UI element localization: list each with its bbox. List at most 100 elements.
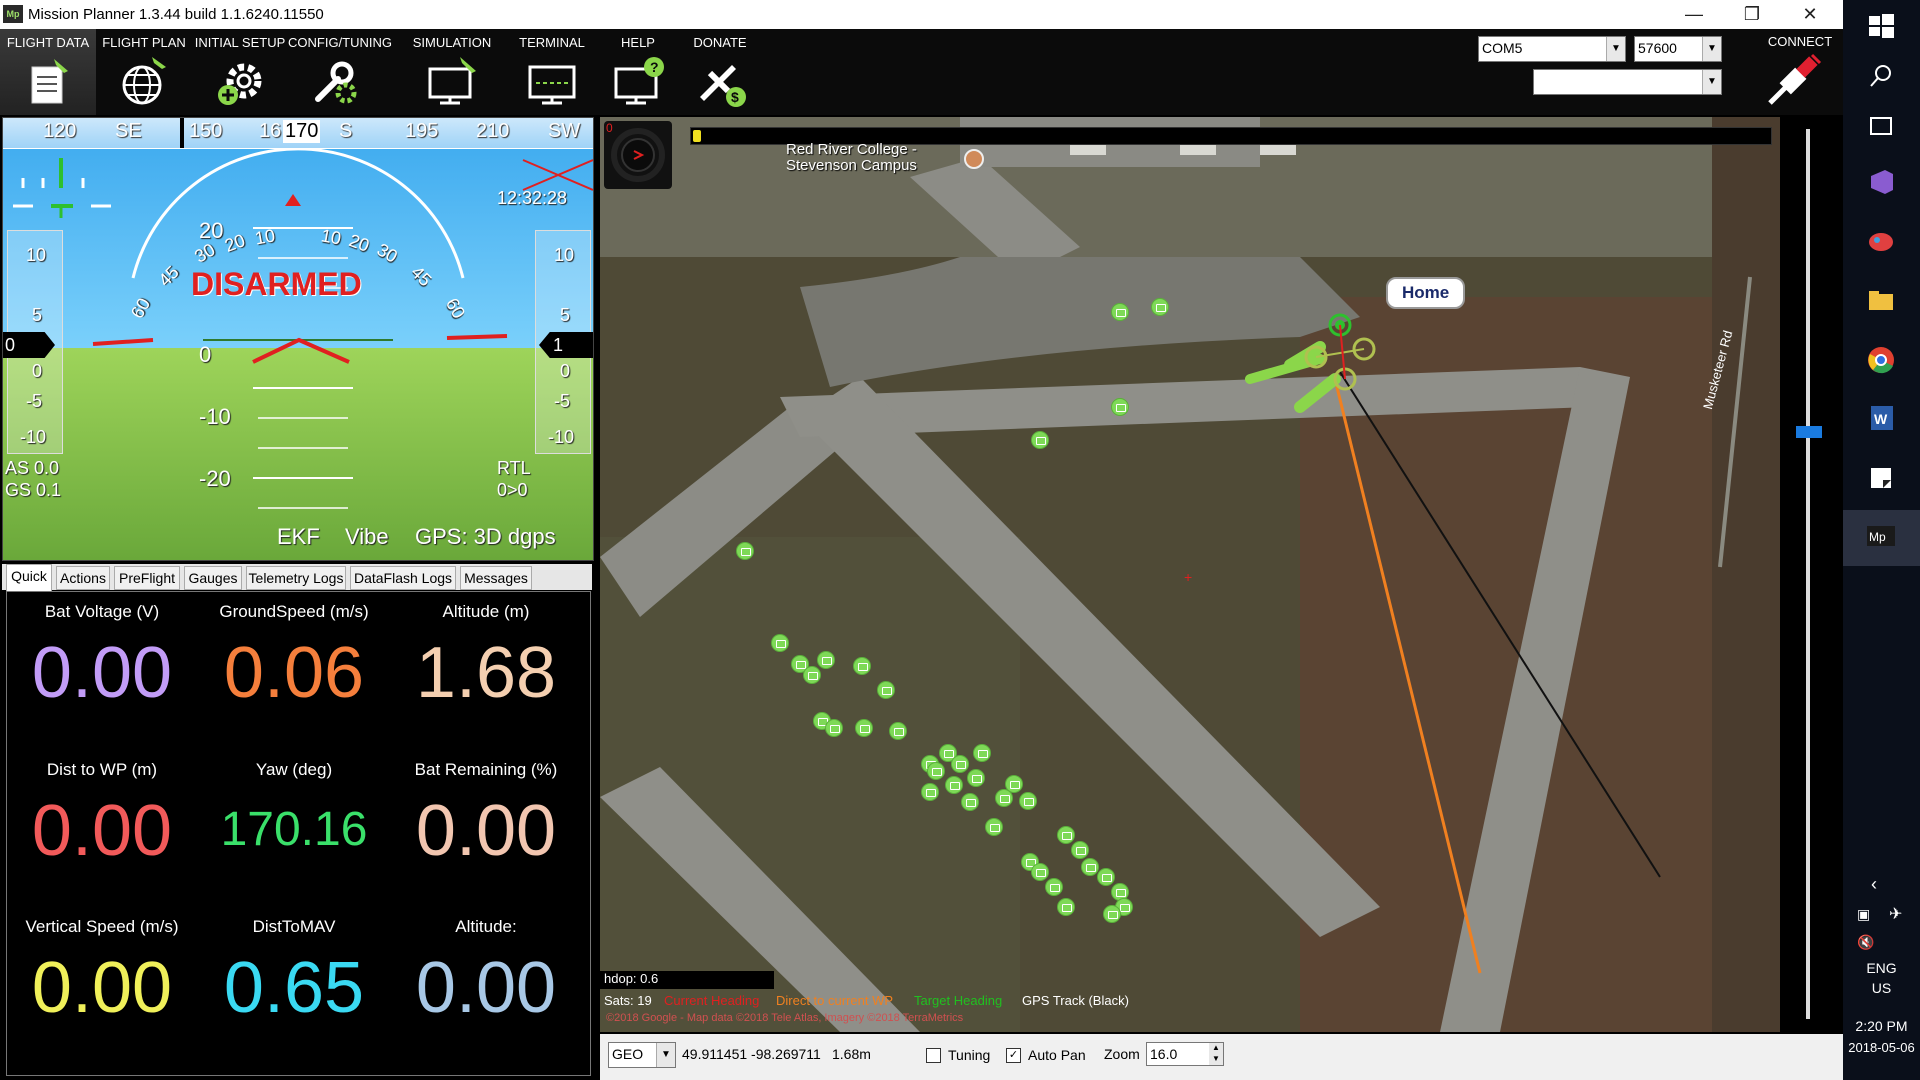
camera-trigger-icon[interactable]	[853, 657, 871, 675]
com-port-select[interactable]: COM5 ▼	[1478, 36, 1626, 62]
sticky-notes-icon[interactable]	[1865, 462, 1897, 494]
connect-plug-icon[interactable]	[1764, 53, 1824, 109]
camera-trigger-icon[interactable]	[951, 755, 969, 773]
camera-icon	[1108, 911, 1118, 919]
camera-trigger-icon[interactable]	[1111, 398, 1129, 416]
legend-direct-wp: Direct to current WP	[776, 993, 894, 1008]
tuning-checkbox[interactable]	[926, 1048, 941, 1063]
file-explorer-icon[interactable]	[1865, 284, 1897, 316]
zoom-slider[interactable]	[1780, 117, 1840, 1032]
minimize-icon[interactable]: —	[1665, 0, 1723, 29]
camera-trigger-icon[interactable]	[973, 744, 991, 762]
coord-mode-select[interactable]: GEO ▼	[608, 1042, 676, 1068]
menu-config-tuning[interactable]: CONFIG/TUNING	[288, 29, 392, 115]
camera-trigger-icon[interactable]	[961, 793, 979, 811]
camera-trigger-icon[interactable]	[967, 769, 985, 787]
camera-trigger-icon[interactable]	[927, 762, 945, 780]
profile-select[interactable]: ▼	[1533, 69, 1722, 95]
menu-terminal[interactable]: TERMINAL	[504, 29, 600, 115]
baud-rate-select[interactable]: 57600 ▼	[1634, 36, 1722, 62]
camera-trigger-icon[interactable]	[945, 776, 963, 794]
camera-trigger-icon[interactable]	[1111, 303, 1129, 321]
quick-value[interactable]: 0.00	[7, 790, 197, 872]
tab-quick[interactable]: Quick	[6, 564, 52, 592]
network-icon[interactable]: ▣	[1857, 906, 1870, 923]
quick-value[interactable]: 0.65	[199, 947, 389, 1029]
airplane-mode-icon[interactable]: ✈	[1889, 904, 1902, 924]
camera-trigger-icon[interactable]	[1019, 792, 1037, 810]
tab-telemetry-logs[interactable]: Telemetry Logs	[246, 566, 346, 590]
camera-trigger-icon[interactable]	[736, 542, 754, 560]
chrome-icon[interactable]	[1865, 344, 1897, 376]
pitch-label: 0	[199, 342, 212, 367]
camera-trigger-icon[interactable]	[1057, 826, 1075, 844]
camera-icon	[1102, 874, 1112, 882]
quick-value[interactable]: 0.00	[7, 632, 197, 714]
visual-studio-icon[interactable]	[1865, 166, 1897, 198]
ekf-indicator[interactable]: EKF	[277, 524, 320, 550]
quick-value[interactable]: 0.00	[391, 790, 581, 872]
camera-icon	[858, 663, 868, 671]
task-view-icon[interactable]	[1865, 110, 1897, 142]
chevron-down-icon[interactable]: ▼	[1209, 1054, 1223, 1065]
camera-trigger-icon[interactable]	[1103, 905, 1121, 923]
tab-gauges[interactable]: Gauges	[184, 566, 242, 590]
menu-flight-plan[interactable]: FLIGHT PLAN	[96, 29, 192, 115]
clock-date[interactable]: 2018-05-06	[1843, 1040, 1920, 1055]
waypoint-readout: 0>0	[497, 480, 528, 500]
camera-trigger-icon[interactable]	[1151, 298, 1169, 316]
camera-trigger-icon[interactable]	[771, 634, 789, 652]
camera-trigger-icon[interactable]	[803, 666, 821, 684]
camera-trigger-icon[interactable]	[985, 818, 1003, 836]
menu-donate[interactable]: DONATE $	[672, 29, 768, 115]
windows-icon[interactable]	[1865, 10, 1897, 42]
quick-value[interactable]: 170.16	[199, 802, 389, 857]
heading-tick: 150	[189, 120, 223, 142]
close-icon[interactable]: ✕	[1781, 0, 1839, 29]
camera-trigger-icon[interactable]	[1081, 858, 1099, 876]
camera-trigger-icon[interactable]	[921, 783, 939, 801]
menu-flight-data[interactable]: FLIGHT DATA	[0, 29, 96, 115]
chevron-up-icon[interactable]: ▲	[1209, 1043, 1223, 1054]
camera-trigger-icon[interactable]	[817, 651, 835, 669]
camera-trigger-icon[interactable]	[825, 719, 843, 737]
volume-muted-icon[interactable]: 🔇	[1857, 934, 1874, 951]
quick-value[interactable]: 1.68	[391, 632, 581, 714]
clock-time[interactable]: 2:20 PM	[1843, 1018, 1920, 1034]
zoom-stepper[interactable]: 16.0 ▲ ▼	[1146, 1042, 1224, 1066]
paint-icon[interactable]	[1865, 224, 1897, 256]
zoom-handle[interactable]	[1796, 426, 1822, 438]
tab-messages[interactable]: Messages	[460, 566, 532, 590]
tab-actions[interactable]: Actions	[56, 566, 110, 590]
tab-preflight[interactable]: PreFlight	[114, 566, 180, 590]
camera-trigger-icon[interactable]	[889, 722, 907, 740]
autopan-checkbox[interactable]: ✓	[1006, 1048, 1021, 1063]
search-icon[interactable]	[1865, 60, 1897, 92]
camera-trigger-icon[interactable]	[1057, 898, 1075, 916]
camera-trigger-icon[interactable]	[1031, 431, 1049, 449]
mission-planner-icon[interactable]: Mp	[1865, 520, 1897, 552]
camera-trigger-icon[interactable]	[1031, 863, 1049, 881]
menu-initial-setup[interactable]: INITIAL SETUP	[192, 29, 288, 115]
camera-trigger-icon[interactable]	[877, 681, 895, 699]
camera-trigger-icon[interactable]	[995, 789, 1013, 807]
language-label[interactable]: ENG	[1843, 960, 1920, 976]
camera-trigger-icon[interactable]	[1045, 878, 1063, 896]
camera-trigger-icon[interactable]	[1097, 868, 1115, 886]
quick-value[interactable]: 0.06	[199, 632, 389, 714]
quick-value[interactable]: 0.00	[7, 947, 197, 1029]
vibe-indicator[interactable]: Vibe	[345, 524, 389, 550]
map-view[interactable]: 0 Red River College - Stevenson Campus H…	[600, 117, 1780, 1032]
svg-text:Mp: Mp	[1869, 530, 1886, 544]
restore-icon[interactable]: ❐	[1723, 0, 1781, 29]
quick-value[interactable]: 0.00	[391, 947, 581, 1029]
menu-simulation[interactable]: SIMULATION	[404, 29, 500, 115]
camera-icon	[822, 657, 832, 665]
camera-trigger-icon[interactable]	[855, 719, 873, 737]
camera-trigger-icon[interactable]	[1071, 841, 1089, 859]
word-icon[interactable]: W	[1865, 402, 1897, 434]
tab-dataflash-logs[interactable]: DataFlash Logs	[350, 566, 456, 590]
menu-bar: FLIGHT DATA FLIGHT PLAN INITIAL SETUP CO…	[0, 29, 1843, 115]
chevron-left-icon[interactable]: ‹	[1871, 874, 1877, 895]
heading-tick: 210	[476, 120, 510, 142]
